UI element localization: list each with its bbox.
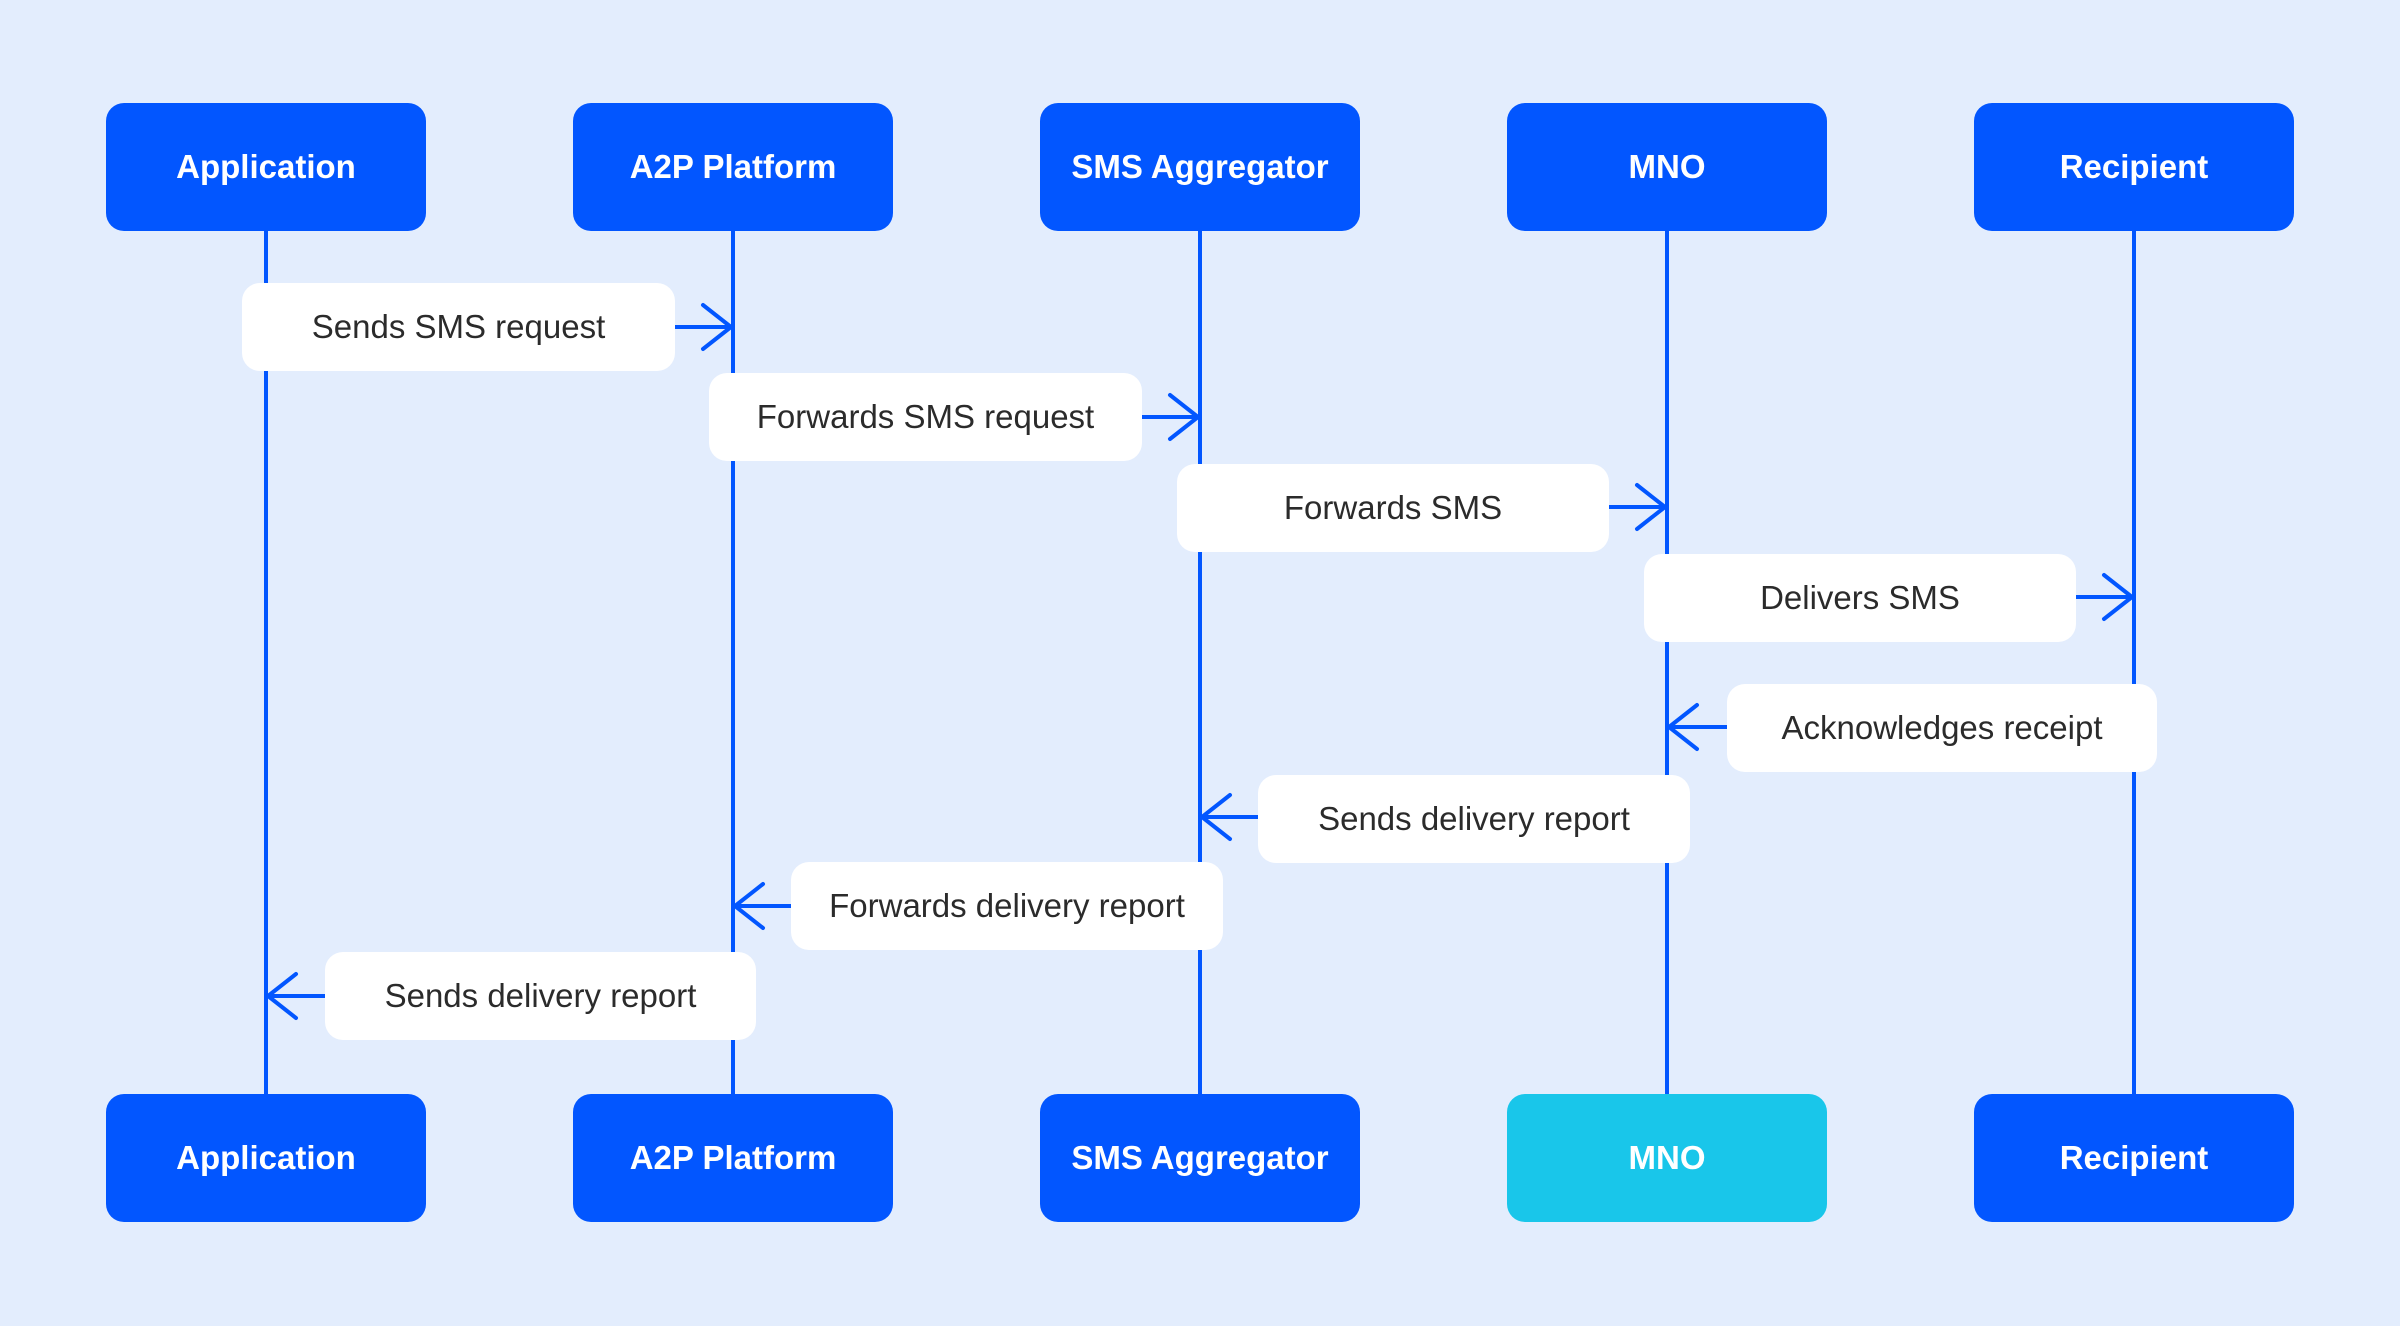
message-forwards-delivery-report: Forwards delivery report xyxy=(791,862,1223,950)
actor-a2p-platform-bottom: A2P Platform xyxy=(573,1094,893,1222)
actor-mno-bottom: MNO xyxy=(1507,1094,1827,1222)
arrow-left-icon xyxy=(1667,703,1729,751)
actor-application-top: Application xyxy=(106,103,426,231)
message-delivers-sms: Delivers SMS xyxy=(1644,554,2076,642)
message-sends-sms-request: Sends SMS request xyxy=(242,283,675,371)
arrow-right-icon xyxy=(1140,393,1200,441)
message-acknowledges-receipt: Acknowledges receipt xyxy=(1727,684,2157,772)
lifeline-mno xyxy=(1665,231,1669,1094)
arrow-left-icon xyxy=(266,972,327,1020)
actor-mno-top: MNO xyxy=(1507,103,1827,231)
message-sends-delivery-report-a2p: Sends delivery report xyxy=(325,952,756,1040)
message-forwards-sms-request: Forwards SMS request xyxy=(709,373,1142,461)
actor-recipient-bottom: Recipient xyxy=(1974,1094,2294,1222)
lifeline-sms-aggregator xyxy=(1198,231,1202,1094)
actor-a2p-platform-top: A2P Platform xyxy=(573,103,893,231)
arrow-right-icon xyxy=(2074,573,2134,621)
lifeline-recipient xyxy=(2132,231,2136,1094)
message-sends-delivery-report-mno: Sends delivery report xyxy=(1258,775,1690,863)
message-forwards-sms: Forwards SMS xyxy=(1177,464,1609,552)
arrow-left-icon xyxy=(1200,793,1260,841)
arrow-left-icon xyxy=(733,882,793,930)
actor-recipient-top: Recipient xyxy=(1974,103,2294,231)
arrow-right-icon xyxy=(673,303,733,351)
actor-application-bottom: Application xyxy=(106,1094,426,1222)
arrow-right-icon xyxy=(1607,483,1667,531)
actor-sms-aggregator-bottom: SMS Aggregator xyxy=(1040,1094,1360,1222)
actor-sms-aggregator-top: SMS Aggregator xyxy=(1040,103,1360,231)
